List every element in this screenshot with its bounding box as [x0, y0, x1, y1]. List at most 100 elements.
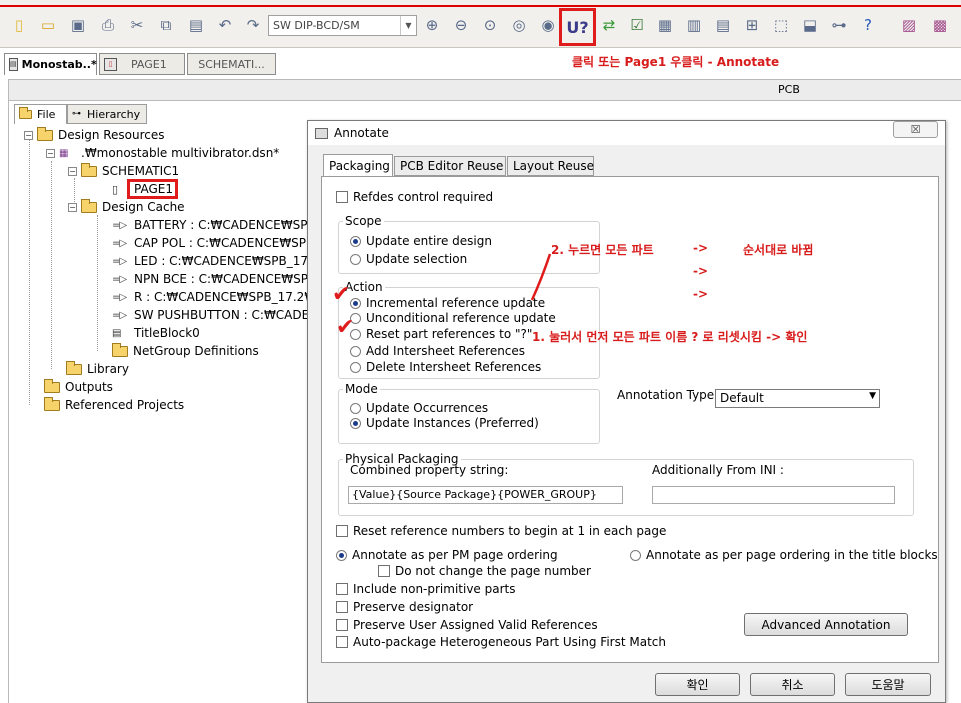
- chevron-down-icon[interactable]: ▼: [869, 391, 876, 401]
- paste-icon[interactable]: ▤: [185, 14, 207, 36]
- netlist-icon[interactable]: ▦: [654, 14, 676, 36]
- tree-outputs[interactable]: Outputs: [44, 378, 113, 396]
- tree-design-resources[interactable]: − Design Resources: [24, 126, 165, 144]
- checkbox-box[interactable]: [336, 191, 348, 203]
- tree-titleblock[interactable]: ▤ TitleBlock0: [112, 324, 200, 342]
- undo-icon[interactable]: ↶: [214, 14, 236, 36]
- radio-dot[interactable]: [350, 417, 361, 429]
- part-combo[interactable]: SW DIP-BCD/SM ▼: [268, 15, 417, 36]
- cross-reference-icon[interactable]: ▥: [683, 14, 705, 36]
- update-properties-icon[interactable]: ⇄: [598, 14, 620, 36]
- tree-schematic[interactable]: − SCHEMATIC1: [68, 162, 179, 180]
- refdes-control-checkbox[interactable]: Refdes control required: [336, 190, 493, 204]
- zoom-all-icon[interactable]: ◎: [508, 14, 530, 36]
- cut-icon[interactable]: ✂: [126, 14, 148, 36]
- tree-cache-item[interactable]: =▷ R : C:₩CADENCE₩SPB_17.2₩TO: [112, 288, 333, 306]
- hierarchy-icon[interactable]: ⊶: [828, 14, 850, 36]
- tree-cache-item[interactable]: =▷ CAP POL : C:₩CADENCE₩SPB_: [112, 234, 320, 252]
- radio-dot[interactable]: [350, 345, 361, 357]
- help-icon[interactable]: ?: [857, 14, 879, 36]
- tree-cache-item[interactable]: =▷ SW PUSHBUTTON : C:₩CADEN: [112, 306, 318, 324]
- eye-icon[interactable]: ◉: [537, 14, 559, 36]
- reset-numbers-checkbox[interactable]: Reset reference numbers to begin at 1 in…: [336, 524, 666, 538]
- radio-dot[interactable]: [350, 297, 361, 309]
- tree-library[interactable]: Library: [66, 360, 129, 378]
- radio-label: Update selection: [366, 252, 468, 266]
- save-icon[interactable]: ▣: [67, 14, 89, 36]
- copy-icon[interactable]: ⧉: [155, 14, 177, 36]
- no-change-page-checkbox[interactable]: Do not change the page number: [378, 564, 591, 578]
- collapse-icon[interactable]: −: [68, 166, 77, 176]
- tab-hierarchy[interactable]: ⊶ Hierarchy: [67, 104, 147, 124]
- tab-page1[interactable]: ▯ PAGE1: [99, 53, 185, 75]
- radio-dot[interactable]: [630, 549, 641, 561]
- action-unconditional-radio[interactable]: Unconditional reference update: [350, 311, 556, 325]
- collapse-icon[interactable]: −: [68, 202, 77, 212]
- checkbox-box[interactable]: [336, 583, 348, 595]
- snap-grid-icon[interactable]: ⊞: [741, 14, 763, 36]
- close-button[interactable]: ☒: [893, 121, 938, 138]
- tab-packaging[interactable]: Packaging: [323, 154, 393, 177]
- tab-file[interactable]: File: [14, 104, 67, 124]
- tab-layout-reuse[interactable]: Layout Reuse: [507, 156, 594, 176]
- redo-icon[interactable]: ↷: [242, 14, 264, 36]
- print-icon[interactable]: ⎙: [97, 14, 119, 36]
- new-file-icon[interactable]: ▯: [8, 14, 30, 36]
- library-icon[interactable]: ▩: [929, 14, 951, 36]
- open-folder-icon[interactable]: ▭: [37, 14, 59, 36]
- scope-entire-radio[interactable]: Update entire design: [350, 234, 492, 248]
- drc-icon[interactable]: ☑: [626, 14, 648, 36]
- action-add-intersheet-radio[interactable]: Add Intersheet References: [350, 344, 525, 358]
- ini-input[interactable]: [652, 486, 895, 504]
- tree-netgroup[interactable]: NetGroup Definitions: [112, 342, 259, 360]
- drag-connected-icon[interactable]: ⬓: [799, 14, 821, 36]
- zoom-area-icon[interactable]: ⊙: [479, 14, 501, 36]
- annotation-type-select[interactable]: Default ▼: [715, 389, 880, 408]
- checkbox-box[interactable]: [336, 619, 348, 631]
- tab-monostab[interactable]: ▤ Monostab..*: [4, 53, 97, 75]
- auto-package-checkbox[interactable]: Auto-package Heterogeneous Part Using Fi…: [336, 635, 666, 649]
- tree-dsn-file[interactable]: − ▦ .₩monostable multivibrator.dsn*: [46, 144, 279, 162]
- preserve-designator-checkbox[interactable]: Preserve designator: [336, 600, 473, 614]
- scope-selection-radio[interactable]: Update selection: [350, 252, 467, 266]
- action-reset-radio[interactable]: Reset part references to "?": [350, 327, 532, 341]
- mode-instances-radio[interactable]: Update Instances (Preferred): [350, 416, 539, 430]
- checkbox-box[interactable]: [336, 525, 348, 537]
- collapse-icon[interactable]: −: [46, 148, 55, 158]
- tree-design-cache[interactable]: − Design Cache: [68, 198, 185, 216]
- radio-dot[interactable]: [350, 235, 361, 247]
- tree-referenced-projects[interactable]: Referenced Projects: [44, 396, 184, 414]
- annotate-titleblock-radio[interactable]: Annotate as per page ordering in the tit…: [630, 548, 938, 562]
- zoom-out-icon[interactable]: ⊖: [450, 14, 472, 36]
- radio-dot[interactable]: [350, 402, 361, 414]
- action-delete-intersheet-radio[interactable]: Delete Intersheet References: [350, 360, 541, 374]
- preserve-user-checkbox[interactable]: Preserve User Assigned Valid References: [336, 618, 598, 632]
- area-select-icon[interactable]: ⬚: [770, 14, 792, 36]
- checkbox-box[interactable]: [336, 636, 348, 648]
- tab-schematic[interactable]: SCHEMATI...: [187, 53, 276, 75]
- collapse-icon[interactable]: −: [24, 130, 33, 140]
- radio-dot[interactable]: [350, 361, 361, 373]
- annotate-button[interactable]: U?: [559, 8, 596, 46]
- include-nonprimitive-checkbox[interactable]: Include non-primitive parts: [336, 582, 516, 596]
- help-button[interactable]: 도움말: [845, 673, 931, 696]
- tree-cache-item[interactable]: =▷ BATTERY : C:₩CADENCE₩SPB_1: [112, 216, 329, 234]
- annotate-pm-radio[interactable]: Annotate as per PM page ordering: [336, 548, 558, 562]
- checkbox-box[interactable]: [378, 565, 390, 577]
- checkbox-box[interactable]: [336, 601, 348, 613]
- mode-occurrences-radio[interactable]: Update Occurrences: [350, 401, 488, 415]
- tree-cache-item[interactable]: =▷ LED : C:₩CADENCE₩SPB_17.2₩: [112, 252, 331, 270]
- radio-dot[interactable]: [336, 549, 347, 561]
- part-editor-icon[interactable]: ▨: [898, 14, 920, 36]
- tree-cache-item[interactable]: =▷ NPN BCE : C:₩CADENCE₩SPB_: [112, 270, 322, 288]
- zoom-in-icon[interactable]: ⊕: [421, 14, 443, 36]
- radio-dot[interactable]: [350, 253, 361, 265]
- action-incremental-radio[interactable]: Incremental reference update: [350, 296, 545, 310]
- bom-icon[interactable]: ▤: [712, 14, 734, 36]
- tab-pcb-editor-reuse[interactable]: PCB Editor Reuse: [394, 156, 506, 176]
- ok-button[interactable]: 확인: [655, 673, 740, 696]
- combined-property-input[interactable]: {Value}{Source Package}{POWER_GROUP}: [348, 486, 623, 504]
- chevron-down-icon[interactable]: ▼: [400, 16, 416, 35]
- cancel-button[interactable]: 취소: [750, 673, 835, 696]
- advanced-annotation-button[interactable]: Advanced Annotation: [744, 613, 908, 636]
